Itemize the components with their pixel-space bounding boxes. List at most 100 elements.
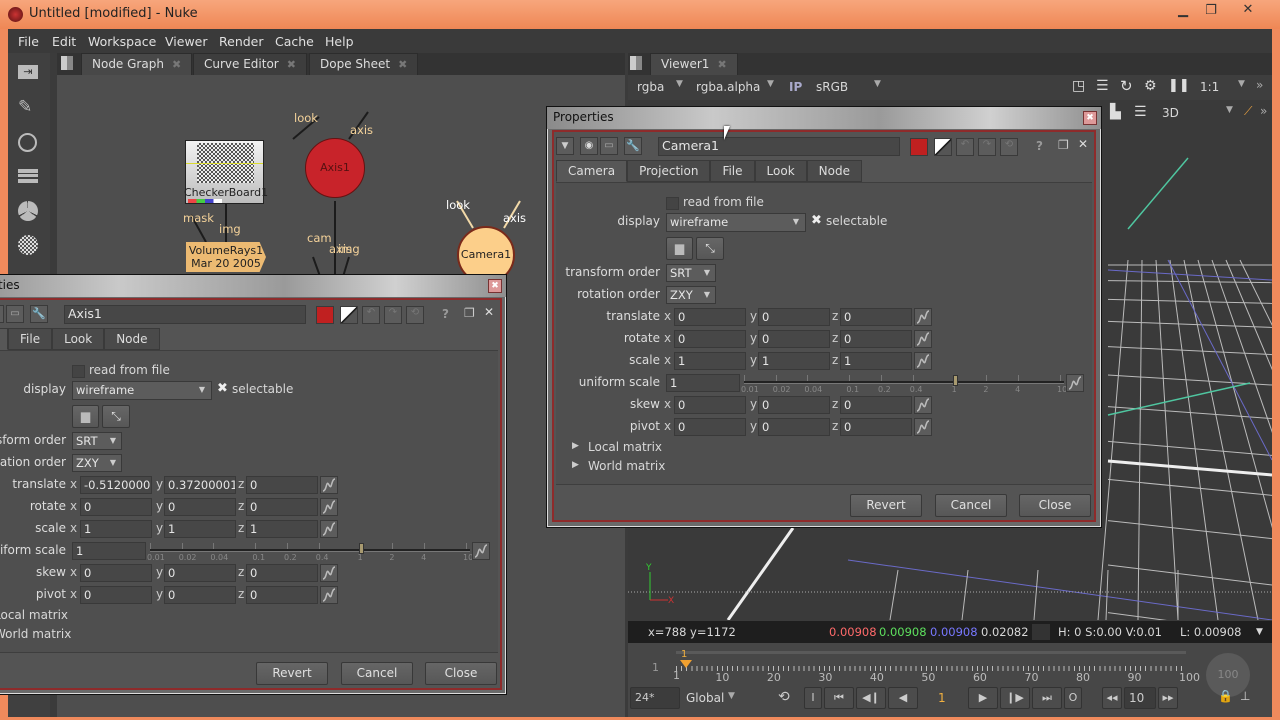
translate-y-field[interactable]: 0 xyxy=(758,308,830,326)
step-back-increment-button[interactable]: ◂◂ xyxy=(1102,687,1122,709)
translate-x-field[interactable]: -0.51200002 xyxy=(80,476,152,494)
tab-viewer1[interactable]: Viewer1 ✖ xyxy=(650,53,738,75)
rotate-x-field[interactable]: 0 xyxy=(674,330,746,348)
menu-lines-icon[interactable]: ☰ xyxy=(1096,78,1109,94)
tab-file[interactable]: File xyxy=(8,328,53,350)
transform-order-dropdown[interactable]: SRT ▼ xyxy=(666,264,716,282)
gl-color-button[interactable] xyxy=(340,306,358,324)
scale-y-field[interactable]: 1 xyxy=(758,352,830,370)
time-icon[interactable] xyxy=(18,133,37,152)
pivot-y-field[interactable]: 0 xyxy=(164,586,236,604)
uniform-scale-slider[interactable]: 0.01 0.02 0.04 0.1 0.2 0.4 1 2 4 10 xyxy=(147,543,473,562)
revert-button[interactable]: Revert xyxy=(850,494,922,517)
close-panel-icon[interactable]: ✕ xyxy=(1078,137,1088,151)
viewer-icon[interactable]: ▭ xyxy=(6,305,24,323)
close-panel-icon[interactable]: ✕ xyxy=(484,305,494,319)
rotate-animation-button[interactable] xyxy=(914,330,932,348)
rotation-order-dropdown[interactable]: ZXY ▼ xyxy=(72,454,122,472)
file-browse-icon[interactable]: ▆ xyxy=(666,237,693,260)
tab-curve-editor[interactable]: Curve Editor ✖ xyxy=(193,53,307,75)
pane-menu-icon[interactable] xyxy=(630,56,642,70)
rotate-y-field[interactable]: 0 xyxy=(758,330,830,348)
center-node-icon[interactable]: ◉ xyxy=(580,137,598,155)
maximize-button[interactable]: ❐ xyxy=(1198,3,1224,19)
rotate-y-field[interactable]: 0 xyxy=(164,498,236,516)
close-tab-icon[interactable]: ✖ xyxy=(287,58,296,71)
window-title-bar[interactable]: Properties xyxy=(0,275,506,297)
pivot-z-field[interactable]: 0 xyxy=(840,418,912,436)
world-matrix-toggle[interactable]: World matrix xyxy=(588,459,665,473)
local-matrix-toggle[interactable]: Local matrix xyxy=(588,440,662,454)
skew-z-field[interactable]: 0 xyxy=(246,564,318,582)
tab-dope-sheet[interactable]: Dope Sheet ✖ xyxy=(309,53,419,75)
slider-knob[interactable] xyxy=(952,375,958,386)
translate-animation-button[interactable] xyxy=(914,308,932,326)
color-icon[interactable] xyxy=(18,201,38,221)
expand-icon[interactable]: » xyxy=(1256,78,1263,92)
local-matrix-toggle[interactable]: Local matrix xyxy=(0,608,68,622)
step-back-button[interactable]: ◀ xyxy=(888,687,918,709)
undo-icon[interactable]: ↶ xyxy=(362,306,380,324)
menu-workspace[interactable]: Workspace xyxy=(88,34,156,49)
timeline-track[interactable] xyxy=(676,651,1186,671)
skew-animation-button[interactable] xyxy=(914,396,932,414)
menu-file[interactable]: File xyxy=(18,34,39,49)
scale-animation-button[interactable] xyxy=(320,520,338,538)
redo-icon[interactable]: ↷ xyxy=(978,138,996,156)
proxy-icon[interactable]: ⚙ xyxy=(1144,78,1157,94)
last-frame-button[interactable]: ⏭ xyxy=(1032,687,1062,709)
minimize-button[interactable]: ▁ xyxy=(1170,3,1196,19)
close-tab-icon[interactable]: ✖ xyxy=(717,58,726,71)
menu-render[interactable]: Render xyxy=(219,34,264,49)
current-frame-field[interactable]: 1 xyxy=(938,691,946,705)
title-bar[interactable]: Untitled [modified] - Nuke ▁ ❐ ✕ xyxy=(0,0,1280,29)
wrench-icon[interactable]: 🔧 xyxy=(624,137,642,155)
menu-viewer[interactable]: Viewer xyxy=(165,34,208,49)
world-matrix-toggle[interactable]: World matrix xyxy=(0,627,71,641)
tab-node[interactable]: Node xyxy=(104,328,160,350)
help-icon[interactable]: ? xyxy=(1036,139,1043,153)
close-button[interactable]: Close xyxy=(425,662,497,685)
collapse-icon[interactable]: ▼ xyxy=(556,137,574,155)
uniform-scale-field[interactable]: 1 xyxy=(72,542,146,560)
redo-icon[interactable]: ↷ xyxy=(384,306,402,324)
window-title-bar[interactable]: Properties xyxy=(547,107,1101,129)
close-window-button[interactable]: ✖ xyxy=(488,279,502,293)
translate-z-field[interactable]: 0 xyxy=(246,476,318,494)
ruler-icon[interactable]: ⊥ xyxy=(1240,689,1250,703)
paint-icon[interactable]: ✎ xyxy=(18,97,38,117)
pivot-x-field[interactable]: 0 xyxy=(674,418,746,436)
world-matrix-expand-icon[interactable]: ▶ xyxy=(572,460,579,470)
display-dropdown[interactable]: wireframe ▼ xyxy=(72,381,212,400)
tab-projection[interactable]: Projection xyxy=(627,160,711,182)
skew-z-field[interactable]: 0 xyxy=(840,396,912,414)
channels-dropdown[interactable]: rgba xyxy=(637,80,664,94)
pause-icon[interactable]: ❚❚ xyxy=(1168,78,1190,93)
pivot-z-field[interactable]: 0 xyxy=(246,586,318,604)
refresh-icon[interactable]: ↻ xyxy=(1120,77,1133,95)
close-tab-icon[interactable]: ✖ xyxy=(398,58,407,71)
read-from-file-checkbox[interactable] xyxy=(72,365,85,378)
uniform-scale-field[interactable]: 1 xyxy=(666,374,740,392)
import-icon[interactable]: ⇥ xyxy=(18,65,38,79)
next-keyframe-button[interactable]: ❙▶ xyxy=(1000,687,1030,709)
in-point-button[interactable]: I xyxy=(804,687,822,709)
skew-animation-button[interactable] xyxy=(320,564,338,582)
translate-z-field[interactable]: 0 xyxy=(840,308,912,326)
skew-x-field[interactable]: 0 xyxy=(80,564,152,582)
pivot-animation-button[interactable] xyxy=(320,586,338,604)
tab-node[interactable]: Node xyxy=(806,160,862,182)
zoom-dropdown[interactable]: 1:1 xyxy=(1200,80,1219,94)
play-forward-button[interactable]: ▶ xyxy=(968,687,998,709)
rotate-x-field[interactable]: 0 xyxy=(80,498,152,516)
rotate-z-field[interactable]: 0 xyxy=(840,330,912,348)
axis-handle-icon[interactable]: ⤡ xyxy=(696,237,724,260)
checkerboard-node[interactable]: CheckerBoard1 xyxy=(184,140,268,204)
scale-x-field[interactable]: 1 xyxy=(80,520,152,538)
skew-x-field[interactable]: 0 xyxy=(674,396,746,414)
revert-icon[interactable]: ⟲ xyxy=(1000,138,1018,156)
file-browse-icon[interactable]: ▆ xyxy=(72,405,99,428)
volumerays-node[interactable]: VolumeRays1 Mar 20 2005 xyxy=(186,242,266,272)
selectable-checkbox[interactable]: ✖ xyxy=(217,381,228,396)
undo-icon[interactable]: ↶ xyxy=(956,138,974,156)
